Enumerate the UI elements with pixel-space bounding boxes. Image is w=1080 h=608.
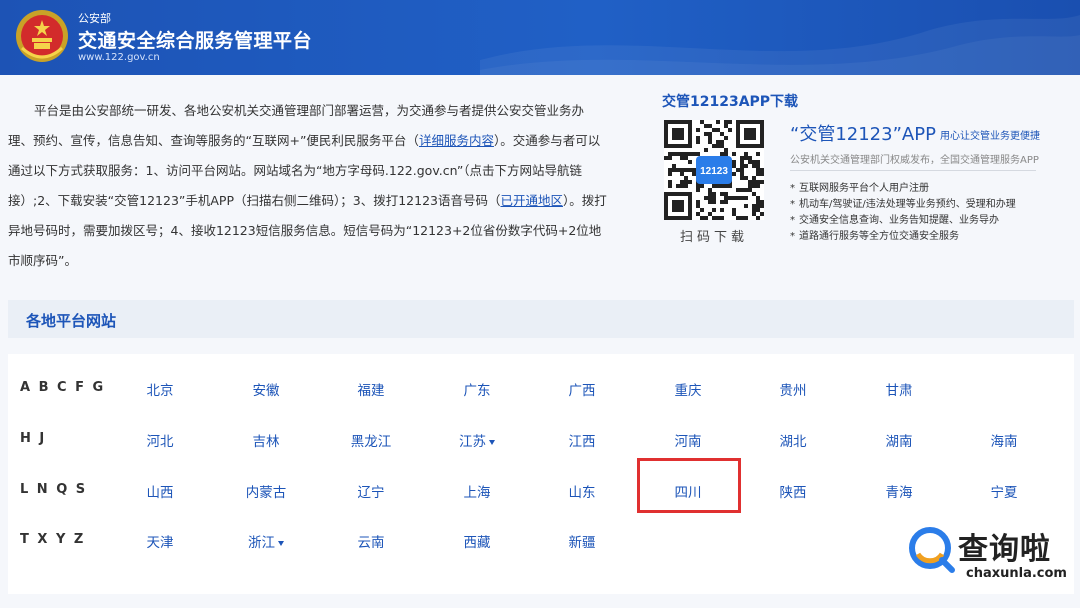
qr-center-label: 12123: [700, 166, 728, 177]
caret-down-icon: [278, 540, 284, 546]
province-link[interactable]: 河南: [648, 430, 728, 450]
province-link-label: 湖南: [885, 434, 913, 450]
province-link[interactable]: 福建: [331, 379, 411, 399]
province-link-label: 广东: [463, 383, 491, 399]
province-link-label: 浙江: [248, 535, 275, 551]
province-link[interactable]: 西藏: [437, 531, 517, 551]
province-link[interactable]: 吉林: [226, 430, 306, 450]
watermark-url: chaxunla.com: [966, 566, 1067, 581]
province-link[interactable]: 宁夏: [964, 481, 1044, 501]
province-link[interactable]: 黑龙江: [331, 430, 411, 450]
province-link-label: 贵州: [779, 383, 807, 399]
province-link-label: 河南: [674, 434, 702, 450]
province-link-label: 甘肃: [885, 383, 913, 399]
row-letter-label: L N Q S: [20, 482, 88, 497]
province-link[interactable]: 北京: [120, 379, 200, 399]
app-feature-item: 机动车/驾驶证/违法处理等业务预约、受理和办理: [790, 197, 1016, 213]
province-link-label: 湖北: [779, 434, 807, 450]
province-link[interactable]: 浙江: [226, 531, 306, 551]
highlight-box: [637, 458, 741, 513]
header-site-url: www.122.gov.cn: [78, 52, 160, 63]
province-link-label: 福建: [357, 383, 385, 399]
app-description: 公安机关交通管理部门权威发布，全国交通管理服务APP: [790, 155, 1039, 166]
province-link[interactable]: 新疆: [542, 531, 622, 551]
province-link[interactable]: 广东: [437, 379, 517, 399]
app-feature-list: 互联网服务平台个人用户注册 机动车/驾驶证/违法处理等业务预约、受理和办理 交通…: [790, 181, 1016, 245]
province-link[interactable]: 江苏: [437, 430, 517, 450]
row-letter-label: A B C F G: [20, 380, 106, 395]
province-link[interactable]: 安徽: [226, 379, 306, 399]
app-feature-item: 互联网服务平台个人用户注册: [790, 181, 1016, 197]
province-link-label: 安徽: [252, 383, 280, 399]
province-link[interactable]: 内蒙古: [226, 481, 306, 501]
row-letter-label: H J: [20, 431, 47, 446]
province-link-label: 上海: [463, 485, 491, 501]
header-wave-decoration: [480, 15, 1080, 75]
app-feature-item: 交通安全信息查询、业务告知提醒、业务导办: [790, 213, 1016, 229]
province-link-label: 青海: [885, 485, 913, 501]
province-link-label: 天津: [146, 535, 174, 551]
police-emblem-icon: [16, 10, 68, 62]
app-qr-code: 12123: [664, 120, 764, 220]
app-feature-item: 道路通行服务等全方位交通安全服务: [790, 229, 1016, 245]
province-link-label: 新疆: [568, 535, 596, 551]
province-link[interactable]: 广西: [542, 379, 622, 399]
province-link-label: 山东: [568, 485, 596, 501]
header-ministry-label: 公安部: [78, 12, 111, 25]
site-header: 公安部 交通安全综合服务管理平台 www.122.gov.cn: [0, 0, 1080, 75]
caret-down-icon: [489, 439, 495, 445]
province-link-label: 山西: [146, 485, 174, 501]
magnifier-logo-icon: [909, 527, 955, 573]
province-link-label: 吉林: [252, 434, 280, 450]
app-download-title: 交管12123APP下载: [662, 94, 799, 110]
service-details-link[interactable]: 详细服务内容: [419, 133, 494, 148]
watermark-text: 查询啦: [958, 532, 1051, 567]
province-link[interactable]: 天津: [120, 531, 200, 551]
province-link[interactable]: 湖北: [753, 430, 833, 450]
province-link-label: 广西: [568, 383, 596, 399]
row-letter-label: T X Y Z: [20, 532, 86, 547]
province-link[interactable]: 山东: [542, 481, 622, 501]
app-name: “交管12123”APP: [790, 124, 936, 145]
province-link-label: 内蒙古: [245, 485, 287, 501]
province-link[interactable]: 江西: [542, 430, 622, 450]
province-link-label: 江西: [568, 434, 596, 450]
province-link[interactable]: 青海: [859, 481, 939, 501]
province-link[interactable]: 甘肃: [859, 379, 939, 399]
province-link-label: 海南: [990, 434, 1018, 450]
province-link-label: 宁夏: [990, 485, 1018, 501]
scan-download-label: 扫码下载: [679, 230, 748, 245]
regional-sites-title: 各地平台网站: [26, 312, 117, 330]
province-link-label: 黑龙江: [350, 434, 392, 450]
province-link-label: 北京: [146, 383, 174, 399]
province-link[interactable]: 湖南: [859, 430, 939, 450]
regional-sites-header: 各地平台网站: [8, 300, 1074, 338]
province-link[interactable]: 上海: [437, 481, 517, 501]
app-slogan: 用心让交管业务更便捷: [940, 131, 1040, 142]
enabled-regions-link[interactable]: 已开通地区: [500, 193, 563, 208]
header-site-title[interactable]: 交通安全综合服务管理平台: [78, 26, 312, 53]
province-link[interactable]: 辽宁: [331, 481, 411, 501]
province-link[interactable]: 陕西: [753, 481, 833, 501]
province-link[interactable]: 云南: [331, 531, 411, 551]
province-link[interactable]: 贵州: [753, 379, 833, 399]
province-link-label: 陕西: [779, 485, 807, 501]
province-link[interactable]: 海南: [964, 430, 1044, 450]
province-link-label: 重庆: [674, 383, 702, 399]
province-link-label: 西藏: [463, 535, 491, 551]
province-link-label: 河北: [146, 434, 174, 450]
app-divider: [790, 170, 1036, 171]
province-link[interactable]: 重庆: [648, 379, 728, 399]
province-link-label: 江苏: [459, 434, 486, 450]
province-link[interactable]: 山西: [120, 481, 200, 501]
province-link[interactable]: 河北: [120, 430, 200, 450]
province-link-label: 辽宁: [357, 485, 385, 501]
province-link-label: 云南: [357, 535, 385, 551]
intro-paragraph: 平台是由公安部统一研发、各地公安机关交通管理部门部署运营，为交通参与者提供公安交…: [8, 96, 608, 276]
